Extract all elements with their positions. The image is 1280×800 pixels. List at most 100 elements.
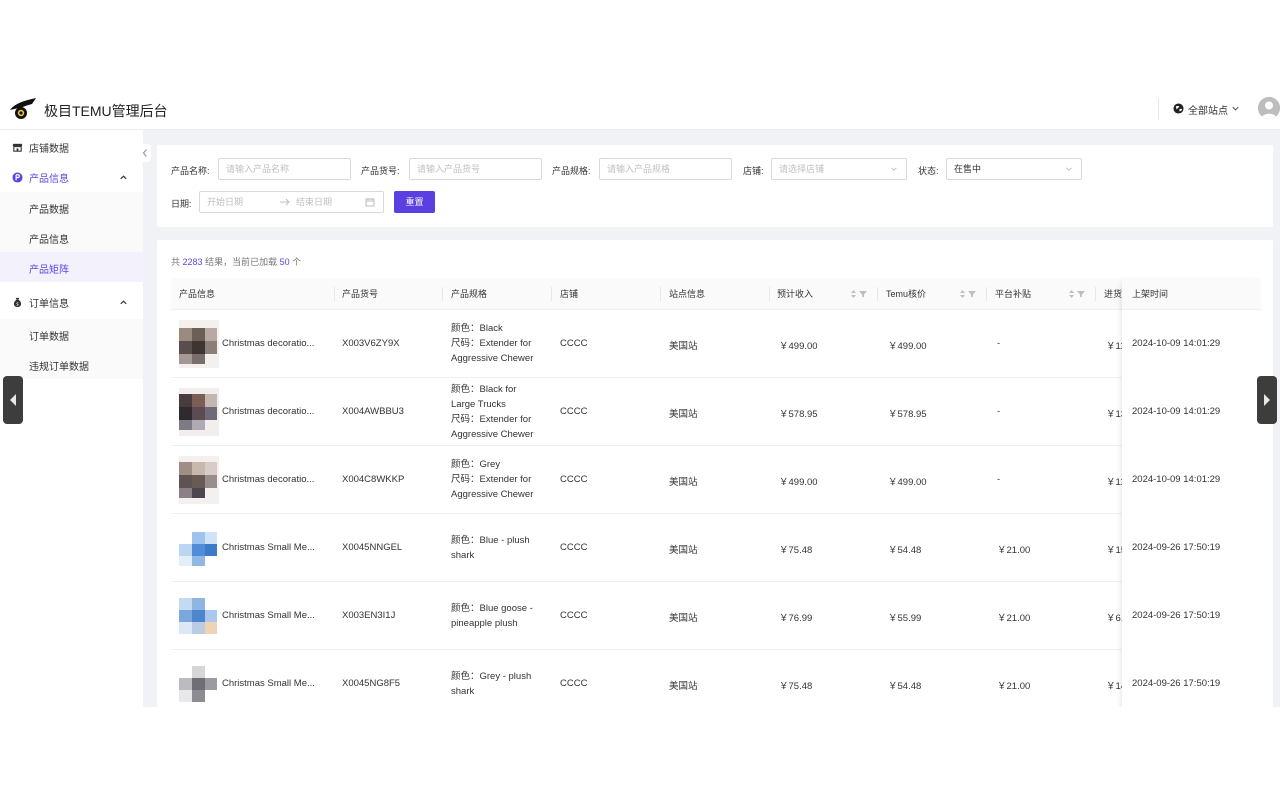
chevron-down-icon [891, 167, 897, 171]
summary-prefix: 共 [171, 257, 181, 267]
sku-cell: X003EN3I1J [342, 610, 396, 621]
table-row[interactable]: Christmas Small Me... X0045NG8F5 颜色：Grey… [171, 650, 1261, 707]
col-header-expected-income[interactable]: 预计收入 [777, 278, 813, 310]
product-name[interactable]: Christmas Small Me... [222, 678, 332, 689]
listed-time-cell: 2024-10-09 14:01:29 [1132, 474, 1221, 485]
date-start-input[interactable]: 开始日期 [207, 197, 243, 207]
col-header-temu-price[interactable]: Temu核价 [886, 278, 926, 310]
date-range-picker[interactable]: 开始日期 结束日期 [199, 191, 384, 213]
user-avatar[interactable] [1258, 97, 1280, 119]
col-header-sku: 产品货号 [342, 289, 379, 299]
product-thumbnail [179, 524, 219, 572]
product-name[interactable]: Christmas decoratio... [222, 474, 332, 485]
chevron-down-icon [1066, 167, 1072, 171]
sidebar-collapse-button[interactable] [139, 144, 151, 162]
temu-price-cell: ￥499.00 [888, 341, 927, 352]
spec-line: 尺码：Extender for [451, 414, 532, 425]
store-select[interactable]: 请选择店铺 [771, 158, 907, 180]
sort-icon[interactable] [850, 289, 857, 299]
sidebar-item-product-matrix[interactable]: 产品矩阵 [0, 252, 143, 282]
next-page-arrow[interactable] [1257, 376, 1277, 424]
table-row[interactable]: Christmas decoratio... X004C8WKKP 颜色：Gre… [171, 446, 1261, 514]
date-label: 日期: [171, 199, 192, 209]
sku-input[interactable]: 请输入产品货号 [409, 158, 542, 180]
table-row[interactable]: Christmas decoratio... X003V6ZY9X 颜色：Bla… [171, 310, 1261, 378]
summary-suffix: 个 [292, 257, 302, 267]
column-divider [334, 287, 335, 301]
globe-icon[interactable] [1173, 103, 1184, 114]
table-row[interactable]: Christmas Small Me... X0045NNGEL 颜色：Blue… [171, 514, 1261, 582]
filter-icon[interactable] [968, 290, 976, 298]
chevron-up-icon[interactable] [119, 298, 128, 307]
store-label: 店铺: [743, 166, 764, 176]
store-cell: CCCC [560, 338, 588, 349]
site-cell: 美国站 [669, 613, 698, 624]
sku-cell: X004AWBBU3 [342, 406, 404, 417]
reset-button[interactable]: 重置 [394, 191, 435, 213]
col-header-spec: 产品规格 [451, 289, 488, 299]
previous-page-arrow[interactable] [3, 376, 23, 424]
app-logo-icon [10, 98, 36, 119]
subsidy-cell: - [997, 474, 1001, 485]
store-cell: CCCC [560, 406, 588, 417]
site-cell: 美国站 [669, 341, 698, 352]
sort-icon[interactable] [1068, 289, 1075, 299]
column-divider [769, 287, 770, 301]
spec-input[interactable]: 请输入产品规格 [599, 158, 732, 180]
product-name-input[interactable]: 请输入产品名称 [218, 158, 351, 180]
product-name[interactable]: Christmas decoratio... [222, 338, 332, 349]
sidebar-item-product-data[interactable]: 产品数据 [0, 192, 143, 222]
result-summary: 共 2283 结果，当前已加载 50 个 [171, 255, 301, 268]
money-bag-icon: $ [13, 297, 22, 307]
filter-panel: 产品名称: 请输入产品名称 产品货号: 请输入产品货号 产品规格: 请输入产品规… [157, 145, 1273, 227]
sidebar-item-label: 订单数据 [29, 332, 69, 343]
store-icon [12, 143, 23, 152]
spec-line: 颜色：Blue - plush [451, 535, 530, 546]
filter-icon[interactable] [1077, 290, 1085, 298]
chevron-down-icon[interactable] [1231, 104, 1240, 113]
col-header-subsidy[interactable]: 平台补贴 [995, 278, 1031, 310]
triangle-right-icon [1264, 394, 1270, 406]
sidebar-item-product-info[interactable]: 产品信息 [0, 222, 143, 252]
spec-line: 颜色：Black for [451, 384, 517, 395]
temu-price-cell: ￥578.95 [888, 409, 927, 420]
product-p-icon [12, 171, 23, 183]
store-cell: CCCC [560, 610, 588, 621]
product-name[interactable]: Christmas Small Me... [222, 610, 332, 621]
sidebar-item-label: 违规订单数据 [29, 362, 89, 373]
chevron-up-icon[interactable] [119, 173, 128, 182]
status-select[interactable]: 在售中 [946, 158, 1082, 180]
col-header-store: 店铺 [560, 289, 579, 299]
subsidy-cell: - [997, 338, 1001, 349]
filter-icon[interactable] [859, 290, 867, 298]
listed-time-cell: 2024-10-09 14:01:29 [1132, 406, 1221, 417]
header-divider [1158, 98, 1159, 120]
col-header-product-info: 产品信息 [179, 289, 216, 299]
sidebar-item-label: 产品数据 [29, 205, 69, 216]
temu-price-cell: ￥55.99 [888, 613, 922, 624]
column-divider [1095, 287, 1096, 301]
column-divider [660, 287, 661, 301]
store-cell: CCCC [560, 678, 588, 689]
sort-icon[interactable] [959, 289, 966, 299]
listed-time-cell: 2024-09-26 17:50:19 [1132, 678, 1221, 689]
table-row[interactable]: Christmas decoratio... X004AWBBU3 颜色：Bla… [171, 378, 1261, 446]
product-name[interactable]: Christmas decoratio... [222, 406, 332, 417]
site-select[interactable]: 全部站点 [1188, 102, 1228, 117]
sidebar-item-violation-orders[interactable]: 违规订单数据 [0, 349, 143, 379]
summary-total: 2283 [182, 257, 203, 267]
table-row[interactable]: Christmas Small Me... X003EN3I1J 颜色：Blue… [171, 582, 1261, 650]
column-divider [986, 287, 987, 301]
spec-line: Aggressive Chewer [451, 353, 534, 364]
sidebar-group-label: 产品信息 [29, 173, 69, 185]
column-divider [442, 287, 443, 301]
sidebar-item-order-data[interactable]: 订单数据 [0, 319, 143, 349]
sticky-listed-time-column: 上架时间 2024-10-09 14:01:29 2024-10-09 14:0… [1122, 278, 1261, 707]
product-name[interactable]: Christmas Small Me... [222, 542, 332, 553]
sidebar-group-store-data[interactable]: 店铺数据 [0, 132, 143, 162]
spec-label: 产品规格: [552, 166, 591, 176]
sidebar-group-label: 店铺数据 [29, 143, 69, 155]
date-end-input[interactable]: 结束日期 [296, 192, 332, 212]
sidebar-group-order-info[interactable]: $ 订单信息 [0, 287, 143, 317]
sidebar-group-product-info[interactable]: 产品信息 [0, 162, 143, 192]
